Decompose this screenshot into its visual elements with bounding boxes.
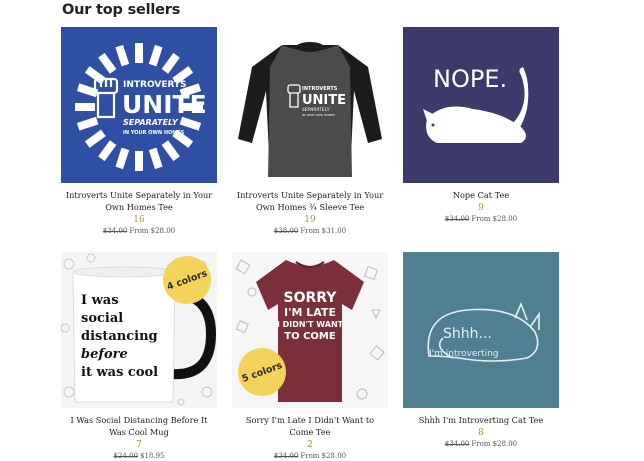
product-price: $34.00 From $28.00 [232,451,388,461]
svg-text:UNITE: UNITE [122,90,207,119]
product-title[interactable]: Sorry I'm Late I Didn't Want to Come Tee [232,414,388,438]
product-card[interactable]: NOPE. Nope Cat Tee 9 $34.00 From $28.00 [403,27,559,224]
raglan-shirt-graphic: INTROVERTS UNITE SEPARATELY IN YOUR OWN … [238,42,382,177]
svg-text:distancing: distancing [81,329,158,344]
product-title[interactable]: Nope Cat Tee [403,189,559,201]
product-count: 8 [478,428,484,438]
product-card[interactable]: Shhh... I'm introverting Shhh I'm Introv… [403,252,559,449]
svg-text:it was cool: it was cool [81,365,158,380]
product-card[interactable]: INTROVERTS UNITE SEPARATELY IN YOUR OWN … [61,27,217,236]
product-image[interactable]: NOPE. [403,27,559,183]
old-price: $34.00 [273,452,299,460]
svg-text:SORRY: SORRY [284,290,338,306]
current-price: From $31.00 [300,227,347,235]
product-count: 19 [304,215,316,225]
product-image[interactable]: INTROVERTS UNITE SEPARATELY IN YOUR OWN … [61,27,217,183]
product-price: $34.00 From $28.00 [61,226,217,236]
product-count: 16 [133,215,145,225]
product-card[interactable]: INTROVERTS UNITE SEPARATELY IN YOUR OWN … [232,27,388,236]
old-price: $34.00 [102,227,128,235]
svg-text:I'm introverting: I'm introverting [429,349,499,359]
product-title[interactable]: Shhh I'm Introverting Cat Tee [403,414,559,426]
product-count: 9 [478,203,484,213]
svg-text:I'M LATE: I'M LATE [284,306,336,319]
current-price: From $28.00 [471,440,518,448]
product-image[interactable]: INTROVERTS UNITE SEPARATELY IN YOUR OWN … [232,27,388,183]
svg-text:Shhh...: Shhh... [443,326,492,342]
svg-text:UNITE: UNITE [302,93,346,108]
current-price: $18.95 [140,452,165,460]
svg-text:IN YOUR OWN HOMES: IN YOUR OWN HOMES [123,130,185,136]
svg-text:IN YOUR OWN HOMES: IN YOUR OWN HOMES [302,113,335,117]
current-price: From $28.00 [300,452,347,460]
product-image[interactable]: I was social distancing before it was co… [61,252,217,408]
section-heading: Our top sellers [62,2,181,18]
product-count: 7 [136,440,142,450]
product-image[interactable]: Shhh... I'm introverting [403,252,559,408]
product-price: $38.00 From $31.00 [232,226,388,236]
svg-text:INTROVERTS: INTROVERTS [302,86,338,92]
top-sellers-section: Our top sellers INTROVERTS UNITE SEPARAT… [0,0,644,461]
product-price: $24.00 $18.95 [61,451,217,461]
svg-text:TO COME: TO COME [284,331,336,342]
old-price: $34.00 [444,215,470,223]
product-count: 2 [307,440,313,450]
current-price: From $28.00 [129,227,176,235]
product-title[interactable]: I Was Social Distancing Before It Was Co… [61,414,217,438]
svg-text:I was: I was [81,293,119,308]
old-price: $24.00 [113,452,139,460]
svg-text:I DIDN'T WANT: I DIDN'T WANT [277,320,344,329]
product-title[interactable]: Introverts Unite Separately in Your Own … [232,189,388,213]
product-card[interactable]: I was social distancing before it was co… [61,252,217,461]
introverting-cat-graphic: Shhh... I'm introverting [427,301,540,362]
product-price: $34.00 From $28.00 [403,214,559,224]
svg-text:social: social [81,311,123,326]
old-price: $34.00 [444,440,470,448]
svg-text:NOPE.: NOPE. [433,65,507,93]
sunburst-graphic: INTROVERTS UNITE SEPARATELY IN YOUR OWN … [75,43,207,171]
svg-text:SEPARATELY: SEPARATELY [123,118,179,127]
raised-fist-icon [93,77,119,119]
svg-text:before: before [81,347,128,362]
product-price: $34.00 From $28.00 [403,439,559,449]
product-title[interactable]: Introverts Unite Separately in Your Own … [61,189,217,213]
old-price: $38.00 [273,227,299,235]
nope-cat-graphic: NOPE. [423,65,529,143]
current-price: From $28.00 [471,215,518,223]
product-image[interactable]: SORRY I'M LATE I DIDN'T WANT TO COME 5 c… [232,252,388,408]
product-card[interactable]: SORRY I'M LATE I DIDN'T WANT TO COME 5 c… [232,252,388,461]
svg-text:INTROVERTS: INTROVERTS [123,80,187,90]
